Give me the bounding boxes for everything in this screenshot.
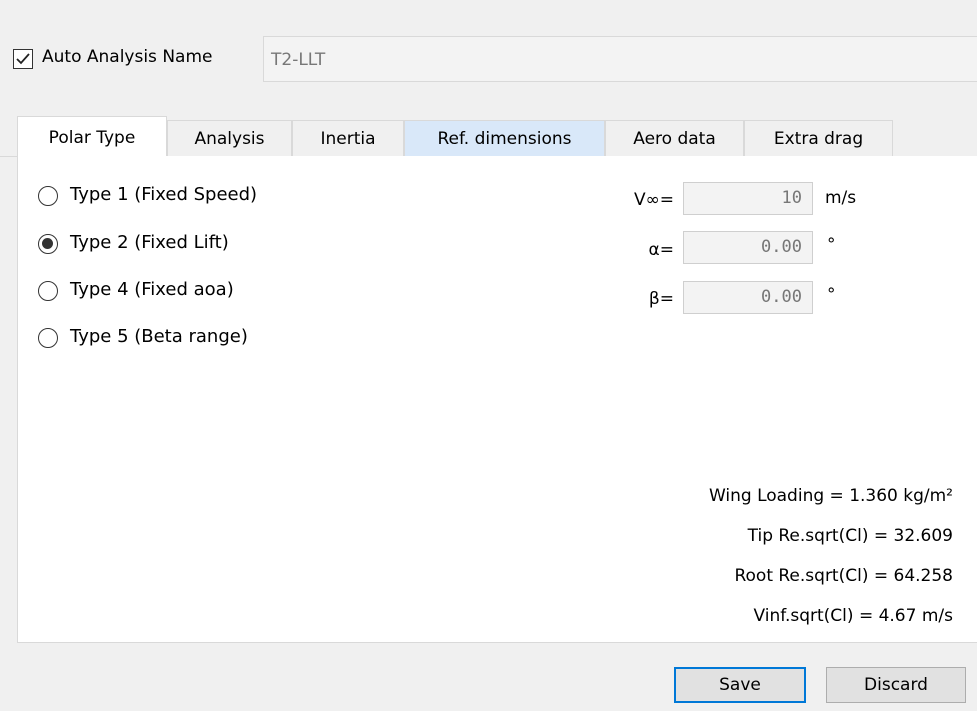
vinf-unit: m/s xyxy=(825,188,857,208)
beta-unit: ° xyxy=(827,285,836,305)
radio-type-2[interactable] xyxy=(38,234,58,254)
alpha-unit: ° xyxy=(827,235,836,255)
wing-loading-text: Wing Loading = 1.360 kg/m² xyxy=(708,486,953,506)
tab-analysis[interactable]: Analysis xyxy=(167,120,292,157)
tab-polar-type[interactable]: Polar Type xyxy=(17,116,167,157)
root-re-text: Root Re.sqrt(Cl) = 64.258 xyxy=(734,566,953,586)
radio-type-1-label: Type 1 (Fixed Speed) xyxy=(70,184,258,205)
radio-type-4[interactable] xyxy=(38,281,58,301)
radio-type-2-label: Type 2 (Fixed Lift) xyxy=(70,232,229,253)
vinf-label: V∞= xyxy=(633,190,674,210)
radio-type-4-label: Type 4 (Fixed aoa) xyxy=(70,279,234,300)
radio-type-1[interactable] xyxy=(38,186,58,206)
alpha-input[interactable]: 0.00 xyxy=(683,231,813,264)
beta-label: β= xyxy=(648,289,674,309)
alpha-label: α= xyxy=(648,240,674,260)
auto-name-label: Auto Analysis Name xyxy=(42,47,213,67)
radio-type-5-label: Type 5 (Beta range) xyxy=(70,326,248,347)
tab-extra-drag[interactable]: Extra drag xyxy=(744,120,893,157)
tip-re-text: Tip Re.sqrt(Cl) = 32.609 xyxy=(747,526,953,546)
discard-button[interactable]: Discard xyxy=(826,667,966,703)
tab-aero-data[interactable]: Aero data xyxy=(605,120,744,157)
save-button[interactable]: Save xyxy=(674,667,806,703)
beta-input[interactable]: 0.00 xyxy=(683,281,813,314)
checkmark-icon xyxy=(16,53,30,65)
vinf-sqrt-text: Vinf.sqrt(Cl) = 4.67 m/s xyxy=(753,606,953,626)
vinf-input[interactable]: 10 xyxy=(683,182,813,215)
tab-ref-dimensions[interactable]: Ref. dimensions xyxy=(404,120,605,157)
tab-inertia[interactable]: Inertia xyxy=(292,120,404,157)
radio-type-5[interactable] xyxy=(38,328,58,348)
analysis-name-field[interactable]: T2-LLT xyxy=(263,36,977,82)
auto-name-checkbox[interactable] xyxy=(13,49,33,69)
